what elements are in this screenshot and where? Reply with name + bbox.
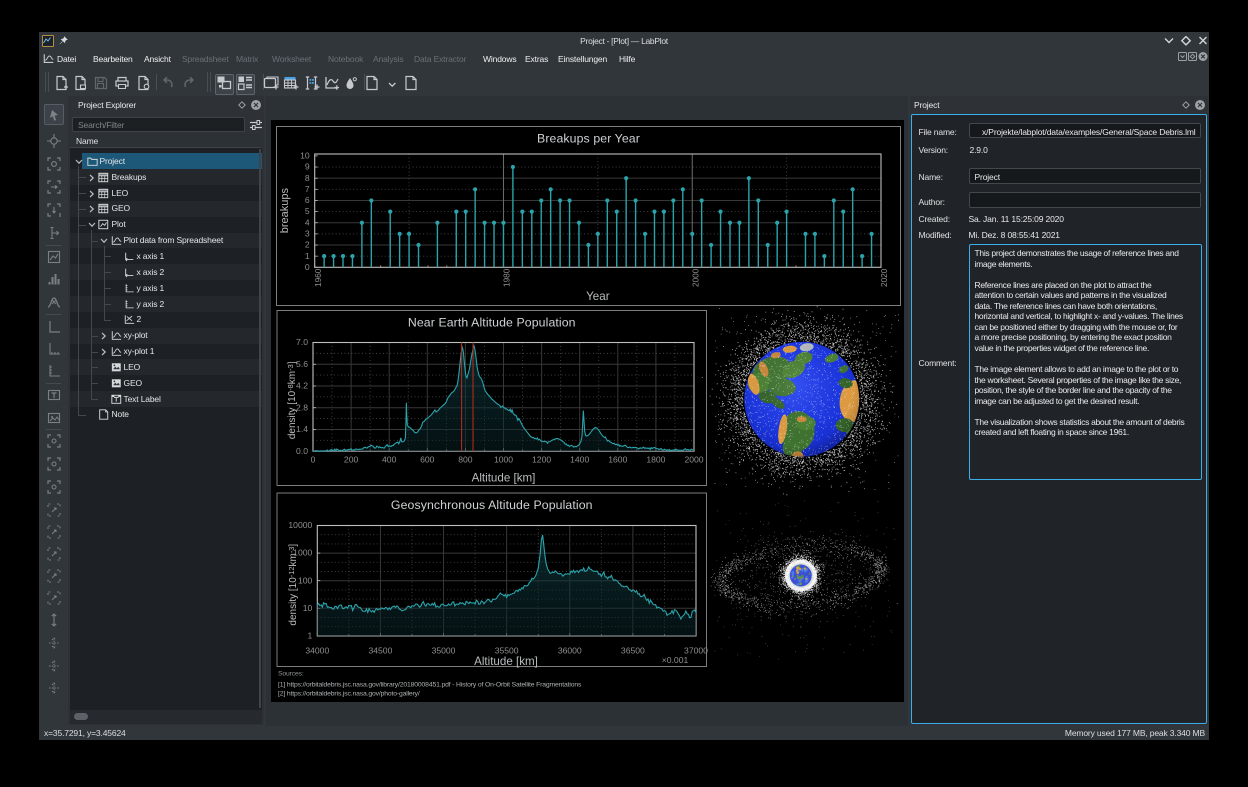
svg-text:2000: 2000 — [690, 268, 700, 287]
svg-text:1600: 1600 — [608, 455, 627, 465]
svg-text:9: 9 — [305, 162, 310, 172]
svg-text:35500: 35500 — [495, 645, 519, 655]
svg-text:4: 4 — [305, 217, 310, 227]
svg-text:100: 100 — [298, 575, 313, 585]
svg-text:34500: 34500 — [368, 645, 392, 655]
svg-text:Breakups per Year: Breakups per Year — [537, 132, 640, 146]
svg-text:Near Earth Altitude Population: Near Earth Altitude Population — [408, 316, 576, 330]
svg-text:×0.001: ×0.001 — [662, 655, 689, 665]
svg-text:density [10-12km-3]: density [10-12km-3] — [287, 544, 299, 626]
svg-text:Altitude [km]: Altitude [km] — [472, 472, 536, 485]
svg-text:7: 7 — [305, 184, 310, 194]
svg-text:1: 1 — [305, 251, 310, 261]
svg-text:400: 400 — [382, 455, 397, 465]
svg-text:0: 0 — [311, 455, 316, 465]
svg-text:36000: 36000 — [558, 645, 582, 655]
svg-text:2000: 2000 — [684, 455, 703, 465]
svg-text:600: 600 — [420, 455, 435, 465]
svg-text:0.0: 0.0 — [296, 446, 308, 456]
svg-text:35000: 35000 — [432, 645, 456, 655]
svg-text:2020: 2020 — [879, 268, 889, 287]
svg-text:10: 10 — [303, 603, 313, 613]
svg-text:3: 3 — [305, 228, 310, 238]
svg-text:Sources:: Sources: — [278, 671, 304, 678]
svg-text:37000: 37000 — [684, 645, 708, 655]
svg-text:breakups: breakups — [279, 188, 291, 234]
svg-text:200: 200 — [344, 455, 359, 465]
svg-text:36500: 36500 — [621, 645, 645, 655]
svg-text:10000: 10000 — [288, 520, 312, 530]
svg-text:1400: 1400 — [570, 455, 589, 465]
svg-text:6: 6 — [305, 195, 310, 205]
svg-text:1000: 1000 — [494, 455, 513, 465]
svg-text:8: 8 — [305, 173, 310, 183]
svg-text:5: 5 — [305, 206, 310, 216]
svg-text:Geosynchronous Altitude Popula: Geosynchronous Altitude Population — [391, 498, 593, 512]
svg-text:1: 1 — [308, 631, 313, 641]
svg-text:[1] https://orbitaldebris.jsc.: [1] https://orbitaldebris.jsc.nasa.gov/l… — [278, 682, 582, 689]
svg-text:2: 2 — [305, 240, 310, 250]
svg-text:[2] https://orbitaldebris.jsc.: [2] https://orbitaldebris.jsc.nasa.gov/p… — [278, 691, 420, 698]
svg-text:1800: 1800 — [646, 455, 665, 465]
svg-text:7.0: 7.0 — [296, 337, 308, 347]
svg-text:1980: 1980 — [502, 268, 512, 287]
svg-text:34000: 34000 — [305, 645, 329, 655]
svg-text:density [10-8km-3]: density [10-8km-3] — [286, 361, 298, 439]
svg-text:Altitude [km]: Altitude [km] — [474, 655, 538, 668]
svg-text:10: 10 — [300, 150, 310, 160]
svg-text:Year: Year — [586, 290, 610, 303]
svg-text:1200: 1200 — [532, 455, 551, 465]
svg-text:800: 800 — [458, 455, 473, 465]
svg-text:1960: 1960 — [313, 268, 323, 287]
svg-text:0: 0 — [305, 262, 310, 272]
